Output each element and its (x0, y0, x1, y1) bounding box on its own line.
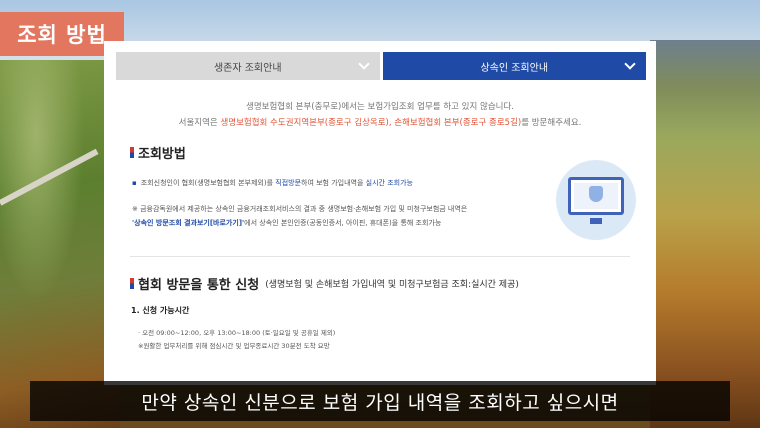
note-line-2: '상속인 방문조회 결과보기[바로가기]'에서 상속인 본인인증(공동인증서, … (132, 216, 467, 230)
intro-prefix: 서울지역은 (178, 118, 221, 128)
section-divider (130, 256, 630, 257)
tab-heir-inquiry[interactable]: 상속인 조회안내 (382, 52, 646, 80)
monitor-stand (590, 218, 602, 224)
note-suffix: 에서 상속인 본인인증(공동인증서, 아이핀, 휴대폰)을 통해 조회가능 (244, 219, 442, 227)
tab-label: 생존자 조회안내 (213, 62, 282, 74)
bullet-text: 하여 보험 가입내역을 (301, 179, 366, 187)
tab-bar: 생존자 조회안내 상속인 조회안내 (116, 52, 646, 80)
shield-icon (589, 186, 603, 202)
background-landscape-left (0, 60, 120, 428)
heir-result-link[interactable]: '상속인 방문조회 결과보기[바로가기]' (132, 219, 244, 227)
tab-label: 상속인 조회안내 (480, 62, 549, 74)
section-title-visit-application: 협회 방문을 통한 신청 (생명보험 및 손해보험 가입내역 및 미청구보험금 … (130, 274, 519, 293)
intro-notice: 생명보험협회 본부(충무로)에서는 보험가입조회 업무를 하고 있지 않습니다.… (104, 99, 656, 131)
content-panel: 생존자 조회안내 상속인 조회안내 생명보험협회 본부(충무로)에서는 보험가입… (104, 41, 656, 385)
caption-text: 만약 상속인 신분으로 보험 가입 내역을 조회하고 싶으시면 (141, 391, 619, 414)
chevron-down-icon (357, 58, 370, 70)
tab-survivor-inquiry[interactable]: 생존자 조회안내 (116, 52, 380, 80)
chevron-down-icon (624, 58, 636, 70)
background-landscape-right (650, 40, 760, 428)
caption-bar: 만약 상속인 신분으로 보험 가입 내역을 조회하고 싶으시면 (30, 381, 730, 421)
intro-suffix: 를 방문해주세요. (521, 118, 582, 128)
bullet-emphasis: 직접방문 (275, 179, 302, 187)
inquiry-note: ※ 금융감독원에서 제공하는 상속인 금융거래조회서비스의 결과 중 생명보험·… (132, 202, 467, 230)
hours-line-2: ※원활한 업무처리를 위해 점심시간 및 업무종료시간 30분전 도착 요망 (138, 342, 330, 350)
intro-line-2: 서울지역은 생명보험협회 수도권지역본부(종로구 김상옥로), 손해보험협회 본… (104, 115, 656, 131)
intro-line-1: 생명보험협회 본부(충무로)에서는 보험가입조회 업무를 하고 있지 않습니다. (246, 102, 514, 112)
section-title-text: 협회 방문을 통한 신청 (138, 278, 260, 293)
flag-icon (130, 147, 134, 158)
flag-icon (130, 278, 134, 289)
available-hours: · 오전 09:00~12:00, 오후 13:00~18:00 (토·일요일 … (138, 327, 335, 353)
hours-line-1: · 오전 09:00~12:00, 오후 13:00~18:00 (토·일요일 … (138, 329, 336, 337)
note-line-1: ※ 금융감독원에서 제공하는 상속인 금융거래조회서비스의 결과 중 생명보험·… (132, 205, 468, 213)
section-subtitle: (생명보험 및 손해보험 가입내역 및 미청구보험금 조회:실시간 제공) (265, 280, 519, 290)
computer-illustration (556, 160, 636, 240)
section-title-text: 조회방법 (138, 147, 186, 162)
intro-highlight: 생명보험협회 수도권지역본부(종로구 김상옥로), 손해보험협회 본부(종로구 … (220, 118, 522, 128)
bullet-emphasis: 실시간 조회가능 (365, 179, 413, 187)
inquiry-bullet: ▪ 조회신청인이 협회(생명보험협회 본부제외)를 직접방문하여 보험 가입내역을… (132, 178, 413, 188)
monitor-icon (568, 177, 624, 215)
step-title: 1. 신청 가능시간 (131, 306, 190, 315)
bullet-text: 조회신청인이 협회(생명보험협회 본부제외)를 (140, 179, 276, 187)
section-title-inquiry-method: 조회방법 (130, 143, 186, 162)
bullet-icon: ▪ (132, 179, 137, 187)
